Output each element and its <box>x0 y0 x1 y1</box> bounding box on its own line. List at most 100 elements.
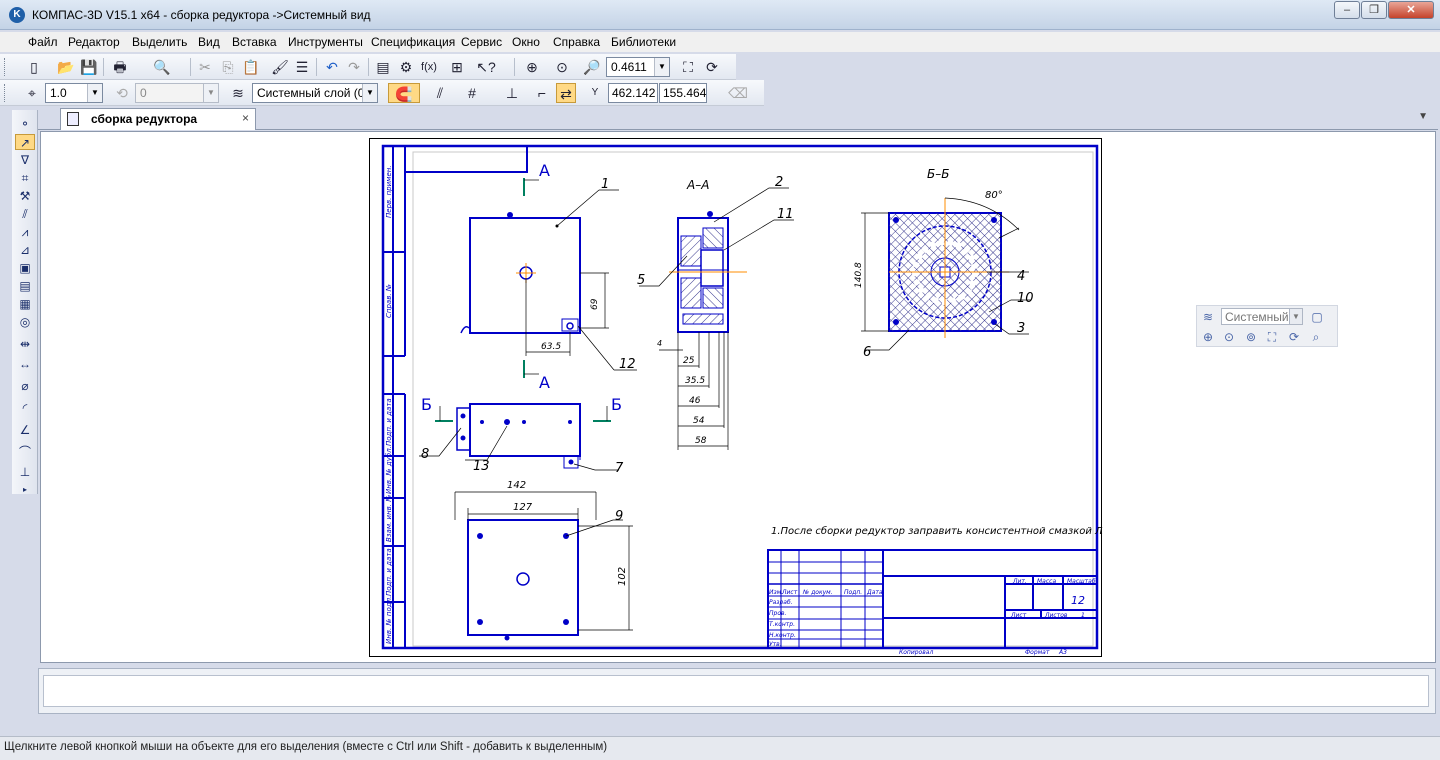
show-all-icon[interactable]: ⛶ <box>1264 329 1280 345</box>
eraser-icon[interactable]: ⌫ <box>728 83 748 103</box>
menu-view[interactable]: Вид <box>198 35 220 49</box>
coord-y-field[interactable]: 155.4646 <box>659 83 707 103</box>
preview-icon[interactable]: 🔍 <box>152 57 172 77</box>
chevron-down-icon[interactable]: ▼ <box>87 84 102 102</box>
show-all-icon[interactable]: ⛶ <box>678 57 698 77</box>
cut-icon[interactable]: ✂ <box>195 57 215 77</box>
menu-help[interactable]: Справка <box>553 35 600 49</box>
float-layer-combo[interactable]: Системный ▼ <box>1221 308 1303 325</box>
save-icon[interactable]: ▢ <box>1309 309 1325 325</box>
zoom-window-icon[interactable]: ⊕ <box>1200 329 1216 345</box>
toolbar-grip[interactable] <box>4 58 7 76</box>
close-icon[interactable]: × <box>242 111 249 125</box>
layers-icon[interactable]: ≋ <box>1200 309 1216 325</box>
calc-icon[interactable]: ⊞ <box>447 57 467 77</box>
new-file-icon[interactable]: ▯ <box>24 57 44 77</box>
function-icon[interactable]: f(x) <box>419 57 439 77</box>
layers-icon[interactable]: ≋ <box>228 83 248 103</box>
zoom-in-icon[interactable]: ⊙ <box>1221 329 1237 345</box>
menu-specification[interactable]: Спецификация <box>371 35 455 49</box>
zoom-fit-icon[interactable]: ⊙ <box>552 57 572 77</box>
close-button[interactable]: ✕ <box>1388 1 1434 19</box>
menu-file[interactable]: Файл <box>28 35 58 49</box>
manager-icon[interactable]: ▤ <box>373 57 393 77</box>
angle-combo[interactable]: 0 ▼ <box>135 83 219 103</box>
toolbar-grip[interactable] <box>4 84 7 102</box>
diameter-icon[interactable]: ⌀ <box>15 378 35 394</box>
svg-text:Формат: Формат <box>1025 649 1050 656</box>
preview-icon[interactable]: ⌕ <box>1308 329 1324 345</box>
tab-document[interactable]: сборка редуктора × <box>60 108 256 130</box>
parametrize-icon[interactable]: ⚒ <box>15 188 35 204</box>
redo-icon[interactable]: ↷ <box>344 57 364 77</box>
fragment-icon[interactable]: ◎ <box>15 314 35 330</box>
menu-select[interactable]: Выделить <box>132 35 187 49</box>
help-pointer-icon[interactable]: ↖? <box>476 57 496 77</box>
linear-dim-icon[interactable]: ↔ <box>15 356 35 372</box>
format-brush-icon[interactable]: 🖌 <box>270 57 290 77</box>
symbols-icon[interactable]: ∇ <box>15 152 35 168</box>
ortho-mode-icon[interactable]: ⌐ <box>532 83 552 103</box>
insert-icon[interactable]: ▦ <box>15 296 35 312</box>
dimensions-icon[interactable]: ↗ <box>15 134 35 150</box>
dim-text: 46 <box>689 396 701 406</box>
zoom-in-icon[interactable]: 🔎 <box>582 57 602 77</box>
coord-x-field[interactable]: 462.142 <box>608 83 658 103</box>
variables-icon[interactable]: ⚙ <box>396 57 416 77</box>
refresh-icon[interactable]: ⟳ <box>702 57 722 77</box>
minimize-button[interactable]: – <box>1334 1 1360 19</box>
chevron-down-icon[interactable]: ▼ <box>654 58 669 76</box>
orthogonal-icon[interactable]: ⫽ <box>430 83 450 103</box>
zoom-window-icon[interactable]: ⊕ <box>522 57 542 77</box>
report-icon[interactable]: ▤ <box>15 278 35 294</box>
side-label: Инв. № подл. <box>385 596 393 644</box>
zoom-fit-icon[interactable]: ⊚ <box>1243 329 1259 345</box>
menu-libraries[interactable]: Библиотеки <box>611 35 676 49</box>
layer-combo[interactable]: Системный слой (0) ▼ <box>252 83 378 103</box>
title-bar: K КОМПАС-3D V15.1 x64 - сборка редуктора… <box>0 0 1440 30</box>
select-icon[interactable]: ⩘ <box>15 224 35 240</box>
float-layer-value: Системный <box>1225 310 1289 324</box>
tab-list-chevron-icon[interactable]: ▼ <box>1418 111 1428 122</box>
save-icon[interactable]: 💾 <box>79 57 99 77</box>
arc-dim-icon[interactable]: ⌒ <box>15 444 35 460</box>
chevron-down-icon[interactable]: ▼ <box>1289 309 1302 324</box>
step-cursor-icon[interactable]: ⌖ <box>22 83 42 103</box>
svg-text:Разраб.: Разраб. <box>769 599 793 606</box>
chevron-down-icon[interactable]: ▼ <box>362 84 377 102</box>
local-cs-icon[interactable]: ⊥ <box>502 83 522 103</box>
grid-icon[interactable]: # <box>462 83 482 103</box>
print-icon[interactable]: 🖶 <box>110 57 130 77</box>
angle-dim-icon[interactable]: ∠ <box>15 422 35 438</box>
angle-icon[interactable]: ⟲ <box>112 83 132 103</box>
menu-tools[interactable]: Инструменты <box>288 35 363 49</box>
menu-editor[interactable]: Редактор <box>68 35 120 49</box>
open-folder-icon[interactable]: 📂 <box>56 57 76 77</box>
chevron-down-icon[interactable]: ▼ <box>203 84 218 102</box>
refresh-icon[interactable]: ⟳ <box>1286 329 1302 345</box>
edit-icon[interactable]: ⌗ <box>15 170 35 186</box>
properties-icon[interactable]: ☰ <box>292 57 312 77</box>
zoom-combo[interactable]: 0.4611 ▼ <box>606 57 670 77</box>
spec-icon[interactable]: ▣ <box>15 260 35 276</box>
measure-icon[interactable]: ⫽ <box>15 206 35 222</box>
undo-icon[interactable]: ↶ <box>322 57 342 77</box>
auto-dim-icon[interactable]: ⇹ <box>15 336 35 352</box>
radius-icon[interactable]: ◜ <box>15 400 35 416</box>
command-field[interactable] <box>43 675 1429 707</box>
paste-icon[interactable]: 📋 <box>241 57 261 77</box>
geometry-icon[interactable]: ⚬ <box>15 116 35 132</box>
copy-icon[interactable]: ⎘ <box>218 57 238 77</box>
expand-icon[interactable]: ▸ <box>15 482 35 498</box>
menu-service[interactable]: Сервис <box>461 35 502 49</box>
drawing-sheet[interactable]: Перв. примен. Справ. № Подп. и дата Инв.… <box>369 138 1103 658</box>
menu-insert[interactable]: Вставка <box>232 35 277 49</box>
height-mark-icon[interactable]: ⊥ <box>15 464 35 480</box>
step-combo[interactable]: 1.0 ▼ <box>45 83 103 103</box>
associative-icon[interactable]: ⊿ <box>15 242 35 258</box>
parametric-icon[interactable]: ⇄ <box>556 83 576 103</box>
restore-button[interactable]: ❐ <box>1361 1 1387 19</box>
view-float-panel: ≋ Системный ▼ ▢ ⊕ ⊙ ⊚ ⛶ ⟳ ⌕ <box>1196 305 1338 347</box>
menu-window[interactable]: Окно <box>512 35 540 49</box>
snap-magnet-icon[interactable]: 🧲 <box>388 83 420 103</box>
